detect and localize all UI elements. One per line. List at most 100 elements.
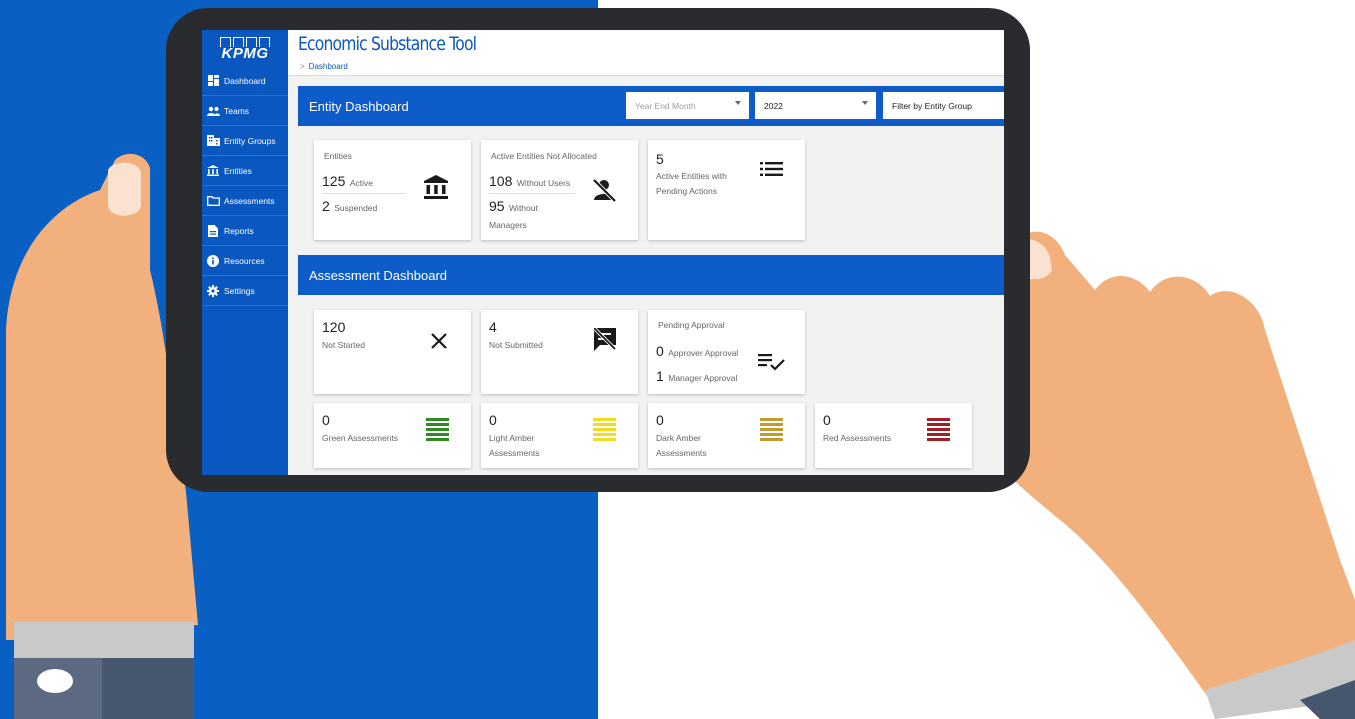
breadcrumb-separator: > <box>300 62 305 71</box>
manager-count: 1 <box>656 368 664 384</box>
not-allocated-card-label: Active Entities Not Allocated <box>491 151 597 161</box>
breadcrumb-dashboard[interactable]: Dashboard <box>309 62 348 71</box>
left-cufflink <box>37 669 73 693</box>
left-thumbnail <box>108 162 141 216</box>
entity-dashboard-header: Entity Dashboard Year End Month 2022 Fil… <box>298 86 1004 126</box>
sidebar-item-settings[interactable]: Settings <box>202 276 288 306</box>
kpmg-logo[interactable]: KPMG <box>202 30 288 66</box>
not-allocated-card[interactable]: Active Entities Not Allocated 108 Withou… <box>481 140 638 240</box>
sidebar-item-reports[interactable]: Reports <box>202 216 288 246</box>
card-divider <box>322 193 406 194</box>
entities-card-label: Entities <box>324 151 352 161</box>
approver-approval: 0 Approver Approval <box>656 343 738 361</box>
manager-label: Manager Approval <box>668 373 738 383</box>
year-end-month-placeholder: Year End Month <box>635 100 696 111</box>
entity-group-placeholder: Filter by Entity Group <box>892 100 972 111</box>
chevron-down-icon <box>862 101 868 105</box>
assessment-dashboard-header: Assessment Dashboard <box>298 255 1004 295</box>
sidebar-item-teams[interactable]: Teams <box>202 96 288 126</box>
entity-group-filter[interactable]: Filter by Entity Group <box>883 92 1004 119</box>
sidebar-item-entities[interactable]: Entities <box>202 156 288 186</box>
without-managers-count: 95 <box>489 198 505 214</box>
red-rag-icon <box>927 418 950 441</box>
active-count: 125 <box>322 173 346 189</box>
suspended-label: Suspended <box>334 203 378 213</box>
suspended-count: 2 <box>322 198 330 214</box>
sidebar-item-label: Resources <box>224 255 265 266</box>
dark-amber-rag-icon <box>760 418 783 441</box>
main-content: Entity Dashboard Year End Month 2022 Fil… <box>288 76 1004 475</box>
green-label: Green Assessments <box>322 433 399 443</box>
card-divider <box>489 193 575 194</box>
pending-actions-count: 5 <box>656 151 664 167</box>
light-amber-count: 0 <box>489 412 497 428</box>
person-off-icon <box>592 178 617 203</box>
pending-approval-label: Pending Approval <box>658 320 725 330</box>
without-managers-label: Without <box>509 203 538 213</box>
green-rag-icon <box>426 418 449 441</box>
not-submitted-count: 4 <box>489 319 497 335</box>
sidebar-item-label: Reports <box>224 225 254 236</box>
sidebar-item-assessments[interactable]: Assessments <box>202 186 288 216</box>
dashboard-icon <box>205 75 221 86</box>
not-submitted-label: Not Submitted <box>489 340 543 350</box>
bank-icon <box>424 175 448 199</box>
bank-icon <box>205 165 221 176</box>
sidebar-item-label: Entity Groups <box>224 135 276 146</box>
building-icon <box>205 135 221 146</box>
without-managers-label-2: Managers <box>489 220 527 230</box>
without-users-count: 108 <box>489 173 513 189</box>
light-amber-assessments-card[interactable]: 0 Light Amber Assessments <box>481 403 638 468</box>
dark-amber-count: 0 <box>656 412 664 428</box>
pending-actions-label-2: Pending Actions <box>656 186 717 196</box>
green-count: 0 <box>322 412 330 428</box>
sidebar-item-label: Assessments <box>224 195 275 206</box>
dark-amber-assessments-card[interactable]: 0 Dark Amber Assessments <box>648 403 805 468</box>
year-select[interactable]: 2022 <box>755 92 876 119</box>
approver-label: Approver Approval <box>668 348 739 358</box>
sidebar-item-label: Settings <box>224 285 255 296</box>
sidebar-item-label: Dashboard <box>224 75 266 86</box>
pending-approval-card[interactable]: Pending Approval 0 Approver Approval 1 M… <box>648 310 805 394</box>
comment-off-icon <box>593 327 617 351</box>
not-submitted-card[interactable]: 4 Not Submitted <box>481 310 638 394</box>
folder-icon <box>205 195 221 206</box>
red-count: 0 <box>823 412 831 428</box>
logo-text: KPMG <box>221 44 269 62</box>
without-users-label: Without Users <box>516 178 571 188</box>
sidebar-item-entity-groups[interactable]: Entity Groups <box>202 126 288 156</box>
year-end-month-select[interactable]: Year End Month <box>626 92 749 119</box>
light-amber-rag-icon <box>593 418 616 441</box>
pending-actions-label-1: Active Entities with <box>656 171 727 181</box>
info-icon <box>205 254 221 267</box>
breadcrumb: > Dashboard <box>300 62 348 71</box>
not-started-label: Not Started <box>322 340 365 350</box>
red-assessments-card[interactable]: 0 Red Assessments <box>815 403 972 468</box>
left-cuff <box>14 622 194 658</box>
dark-amber-label-2: Assessments <box>656 448 707 458</box>
active-label: Active <box>349 178 373 188</box>
dark-amber-label-1: Dark Amber <box>656 433 701 443</box>
app-screen: KPMG Dashboard Teams Entity Groups Entit… <box>202 30 1004 475</box>
gear-icon <box>205 284 221 297</box>
light-amber-label-2: Assessments <box>489 448 540 458</box>
list-icon <box>760 162 783 176</box>
not-started-count: 120 <box>322 319 346 335</box>
report-icon <box>205 224 221 237</box>
green-assessments-card[interactable]: 0 Green Assessments <box>314 403 471 468</box>
red-label: Red Assessments <box>823 433 892 443</box>
close-icon <box>431 333 447 349</box>
sidebar-item-resources[interactable]: Resources <box>202 246 288 276</box>
sidebar-item-dashboard[interactable]: Dashboard <box>202 66 288 96</box>
entity-dashboard-title: Entity Dashboard <box>309 98 409 114</box>
entities-card[interactable]: Entities 125 Active 2 Suspended <box>314 140 471 240</box>
not-started-card[interactable]: 120 Not Started <box>314 310 471 394</box>
pending-actions-card[interactable]: 5 Active Entities with Pending Actions <box>648 140 805 240</box>
people-icon <box>205 106 221 116</box>
without-managers: 95 Without <box>489 198 538 216</box>
sidebar-item-label: Teams <box>224 105 250 116</box>
approver-count: 0 <box>656 343 664 359</box>
chevron-down-icon <box>735 101 741 105</box>
right-hand <box>983 231 1355 700</box>
light-amber-label-1: Light Amber <box>489 433 535 443</box>
